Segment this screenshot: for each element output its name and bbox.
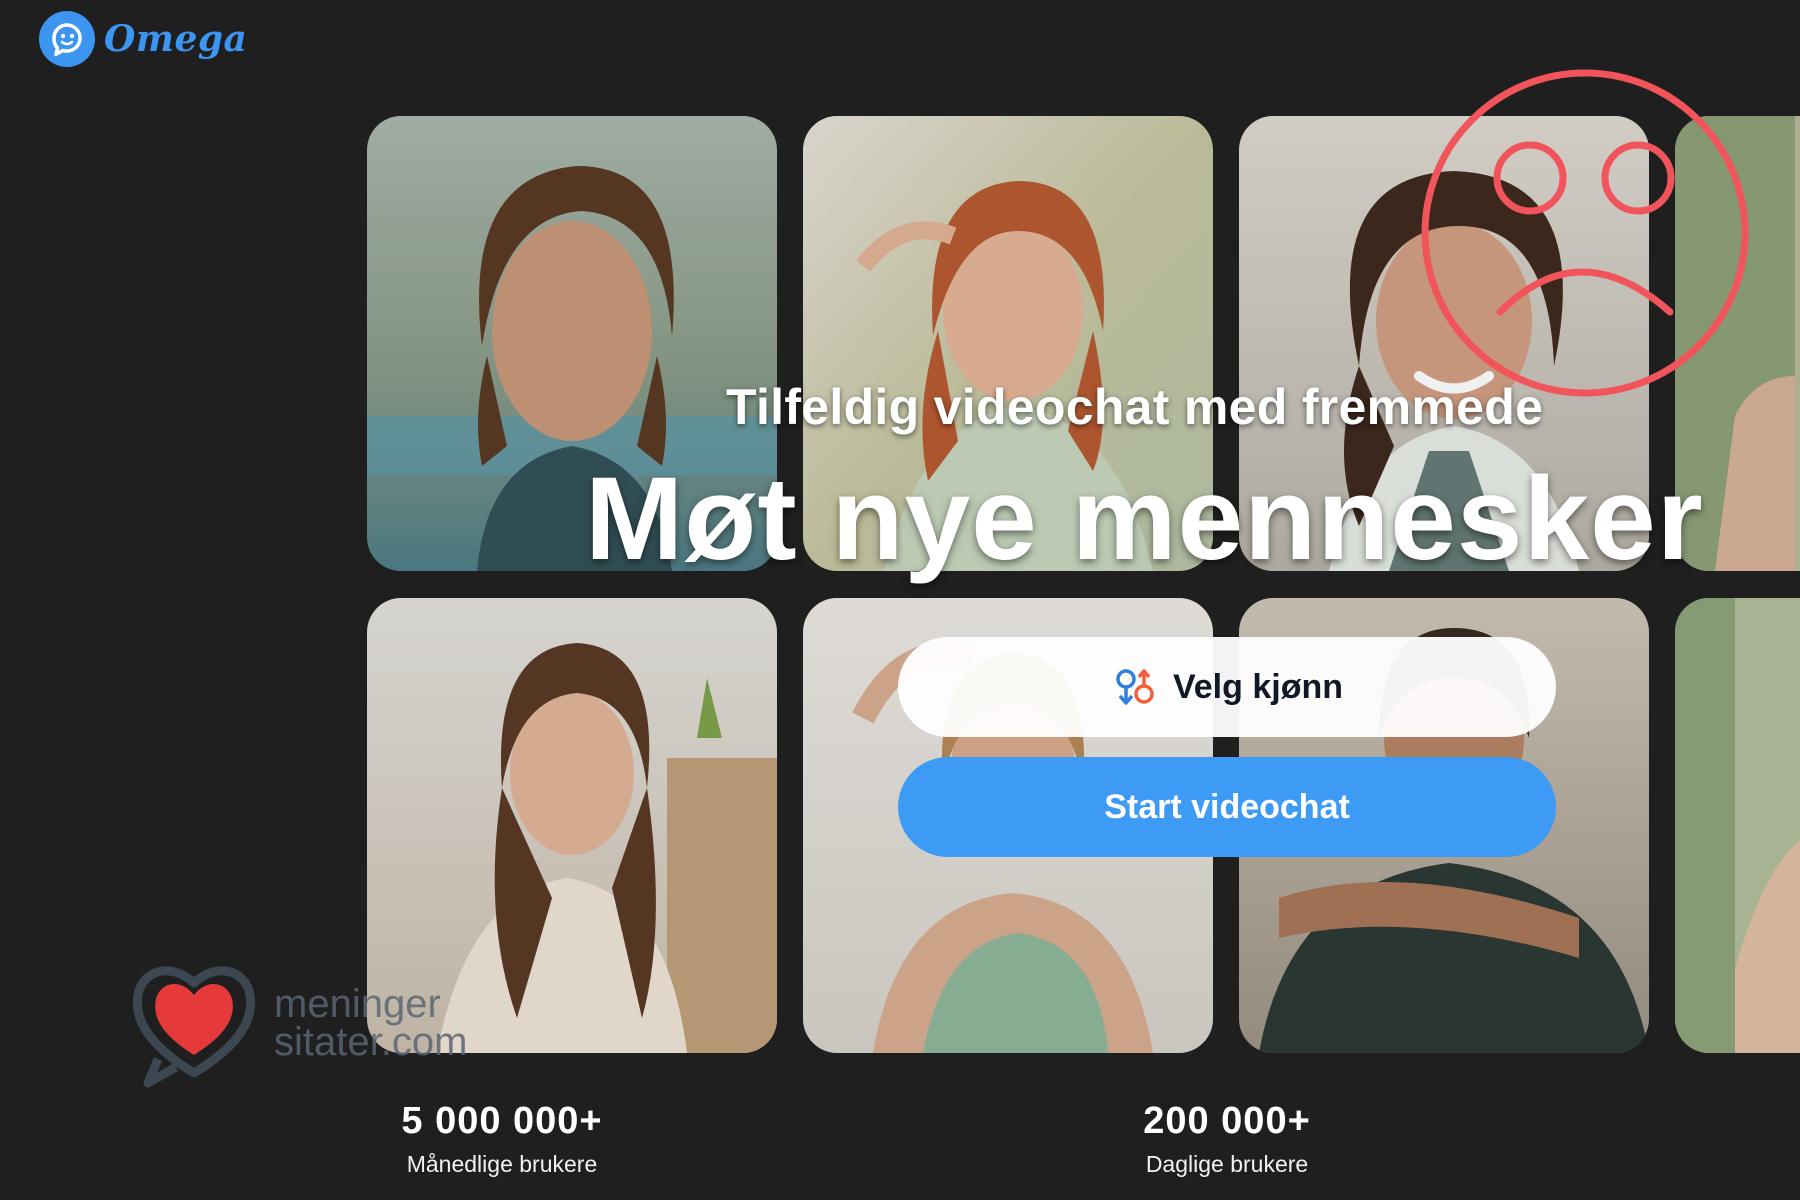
omega-landing-page: Omega Tilfeldig videochat med fremmede M… bbox=[0, 0, 1800, 1200]
site-logo[interactable]: Omega bbox=[38, 10, 247, 68]
stat-label: Daglige brukere bbox=[1145, 1151, 1309, 1177]
hero-headline: Møt nye mennesker bbox=[585, 453, 1704, 585]
watermark: meninger sitater.com bbox=[128, 955, 467, 1091]
stat-label: Månedlige brukere bbox=[406, 1151, 598, 1177]
stat-value: 200 000+ bbox=[1143, 1100, 1311, 1142]
start-videochat-label: Start videochat bbox=[1104, 787, 1350, 826]
stat-monthly-users: 5 000 000+ Månedlige brukere bbox=[322, 1100, 682, 1178]
select-gender-label: Velg kjønn bbox=[1172, 667, 1344, 706]
heart-speech-bubble-icon bbox=[132, 966, 256, 1088]
partial-photo-bottom-right bbox=[1675, 598, 1800, 1053]
logo-text: Omega bbox=[104, 18, 248, 60]
chat-bubble-smiley-icon bbox=[39, 11, 95, 67]
gender-symbols-icon bbox=[1116, 669, 1154, 705]
watermark-line-1: meninger bbox=[274, 982, 441, 1026]
hero-subtitle: Tilfeldig videochat med fremmede bbox=[726, 379, 1544, 435]
photo-grid bbox=[367, 116, 1800, 1054]
stat-value: 5 000 000+ bbox=[401, 1100, 603, 1142]
start-videochat-button[interactable]: Start videochat bbox=[898, 757, 1556, 857]
stat-daily-users: 200 000+ Daglige brukere bbox=[1047, 1100, 1407, 1178]
select-gender-button[interactable]: Velg kjønn bbox=[898, 637, 1556, 737]
watermark-text: meninger sitater.com bbox=[274, 982, 468, 1064]
watermark-line-2: sitater.com bbox=[274, 1020, 468, 1064]
